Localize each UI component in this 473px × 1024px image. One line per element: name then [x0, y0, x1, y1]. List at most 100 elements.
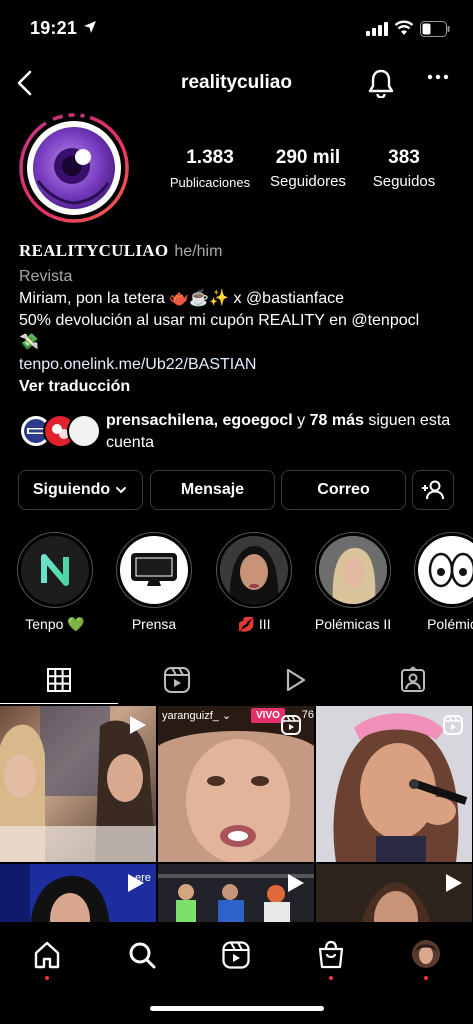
home-indicator	[150, 1006, 324, 1011]
highlight-cover	[220, 536, 288, 604]
add-person-icon	[422, 480, 444, 500]
reels-icon	[164, 667, 190, 693]
status-time: 19:21	[30, 18, 78, 38]
top-nav: realityculiao	[0, 60, 473, 106]
story-highlights: Tenpo 💚 Prensa 💋 III Polémicas II Polémi…	[0, 532, 473, 642]
notification-bell-icon[interactable]	[367, 68, 395, 98]
message-button[interactable]: Mensaje	[150, 470, 275, 510]
grid-post[interactable]	[0, 706, 156, 862]
profile-avatar-icon[interactable]	[410, 938, 442, 970]
highlight-cover	[418, 536, 473, 604]
followed-by-names: prensachilena, egoegocl	[106, 412, 293, 429]
tv-icon	[131, 553, 177, 586]
email-button-label: Correo	[317, 481, 370, 498]
tab-reels[interactable]	[118, 656, 236, 704]
highlight-ring	[216, 532, 292, 608]
battery-icon	[420, 21, 450, 37]
grid-post[interactable]	[316, 706, 472, 862]
grid-post[interactable]: yaranguizf_ ⌄ VIVO 76	[158, 706, 314, 862]
suggest-users-button[interactable]	[412, 470, 454, 510]
highlight-item[interactable]: Polémicas II	[312, 532, 394, 632]
profile-bio: REALITYCULIAO he/him Revista Miriam, pon…	[19, 240, 469, 398]
followers-label: Seguidores	[270, 173, 346, 190]
mutual-avatars	[19, 414, 101, 450]
bio-line-3: 💸	[19, 334, 39, 351]
following-stat[interactable]: 383 Seguidos	[363, 147, 445, 190]
video-post-icon	[288, 874, 304, 892]
live-username: yaranguizf_ ⌄	[162, 710, 232, 722]
cellular-signal-icon	[366, 22, 388, 36]
highlight-ring	[414, 532, 473, 608]
highlight-label: 💋 III	[237, 616, 271, 632]
home-icon[interactable]	[32, 940, 62, 970]
profile-avatar[interactable]	[18, 111, 130, 227]
tab-videos[interactable]	[236, 656, 354, 704]
bio-line-2: 50% devolución al usar mi cupón REALITY …	[19, 312, 420, 329]
shop-bag-icon[interactable]	[316, 940, 346, 970]
reels-nav-icon[interactable]	[221, 940, 251, 970]
followed-by-text: prensachilena, egoegocl y 78 más siguen …	[106, 410, 466, 454]
highlight-item[interactable]: Prensa	[113, 532, 195, 632]
reel-icon	[281, 715, 301, 735]
profile-tabs	[0, 656, 473, 704]
highlight-cover	[120, 536, 188, 604]
grid-post[interactable]	[316, 864, 472, 926]
following-label: Seguidos	[372, 173, 436, 190]
following-button[interactable]: Siguiendo	[18, 470, 143, 510]
profile-actions: Siguiendo Mensaje Correo	[18, 470, 458, 512]
search-icon[interactable]	[127, 940, 157, 970]
location-arrow-icon	[84, 21, 96, 33]
highlight-ring	[17, 532, 93, 608]
highlight-label: Prensa	[131, 616, 177, 632]
chevron-down-icon	[116, 487, 127, 494]
email-button[interactable]: Correo	[281, 470, 406, 510]
tab-posts-grid[interactable]	[0, 656, 118, 704]
eyes-drawing-icon	[428, 552, 473, 588]
grid-post[interactable]: ere	[0, 864, 156, 926]
following-count: 383	[388, 147, 420, 168]
posts-label: Publicaciones	[169, 175, 251, 190]
posts-stat[interactable]: 1.383 Publicaciones	[165, 147, 255, 190]
highlight-item[interactable]: 💋 III	[213, 532, 295, 633]
posts-count: 1.383	[186, 147, 234, 168]
following-button-label: Siguiendo	[32, 481, 111, 498]
display-name: REALITYCULIAO	[19, 241, 169, 260]
bio-link[interactable]: tenpo.onelink.me/Ub22/BASTIAN	[19, 354, 469, 376]
followers-count: 290 mil	[275, 147, 341, 168]
highlight-label: Polémicas II	[314, 616, 392, 632]
highlight-portrait-image	[220, 536, 288, 604]
tagged-person-icon	[401, 666, 425, 692]
bio-line-1: Miriam, pon la tetera 🫖☕️✨ x @bastianfac…	[19, 290, 345, 307]
highlight-item[interactable]: Polémic	[411, 532, 473, 632]
more-options-icon[interactable]	[427, 74, 449, 80]
video-post-icon	[446, 874, 462, 892]
highlight-ring	[116, 532, 192, 608]
highlight-cover	[21, 536, 89, 604]
grid-post[interactable]	[158, 864, 314, 926]
grid-icon	[47, 667, 71, 692]
video-post-icon	[130, 716, 146, 734]
status-bar: 19:21	[0, 0, 473, 56]
reel-icon	[443, 715, 463, 735]
followed-by[interactable]: prensachilena, egoegocl y 78 más siguen …	[19, 410, 469, 456]
highlight-item[interactable]: Tenpo 💚	[14, 532, 96, 633]
translate-link[interactable]: Ver traducción	[19, 376, 469, 398]
highlight-label: Tenpo 💚	[25, 616, 85, 632]
posts-grid: yaranguizf_ ⌄ VIVO 76 ere	[0, 706, 473, 926]
pronouns: he/him	[174, 243, 223, 260]
highlight-cover	[319, 536, 387, 604]
profile-stats: 1.383 Publicaciones 290 mil Seguidores 3…	[160, 147, 460, 197]
live-viewer-count: 76	[301, 709, 314, 721]
followed-by-connector: y	[292, 412, 310, 429]
highlight-portrait-image	[319, 536, 387, 604]
shop-notification-dot	[329, 976, 333, 980]
home-notification-dot	[45, 976, 49, 980]
video-post-icon	[128, 874, 144, 892]
profile-username: realityculiao	[181, 72, 292, 93]
followers-stat[interactable]: 290 mil Seguidores	[262, 147, 354, 190]
tenpo-n-logo-icon	[41, 554, 69, 586]
followed-by-more: 78 más	[309, 412, 364, 429]
wifi-icon	[394, 20, 414, 35]
play-icon	[286, 668, 306, 692]
tab-tagged[interactable]	[354, 656, 472, 704]
